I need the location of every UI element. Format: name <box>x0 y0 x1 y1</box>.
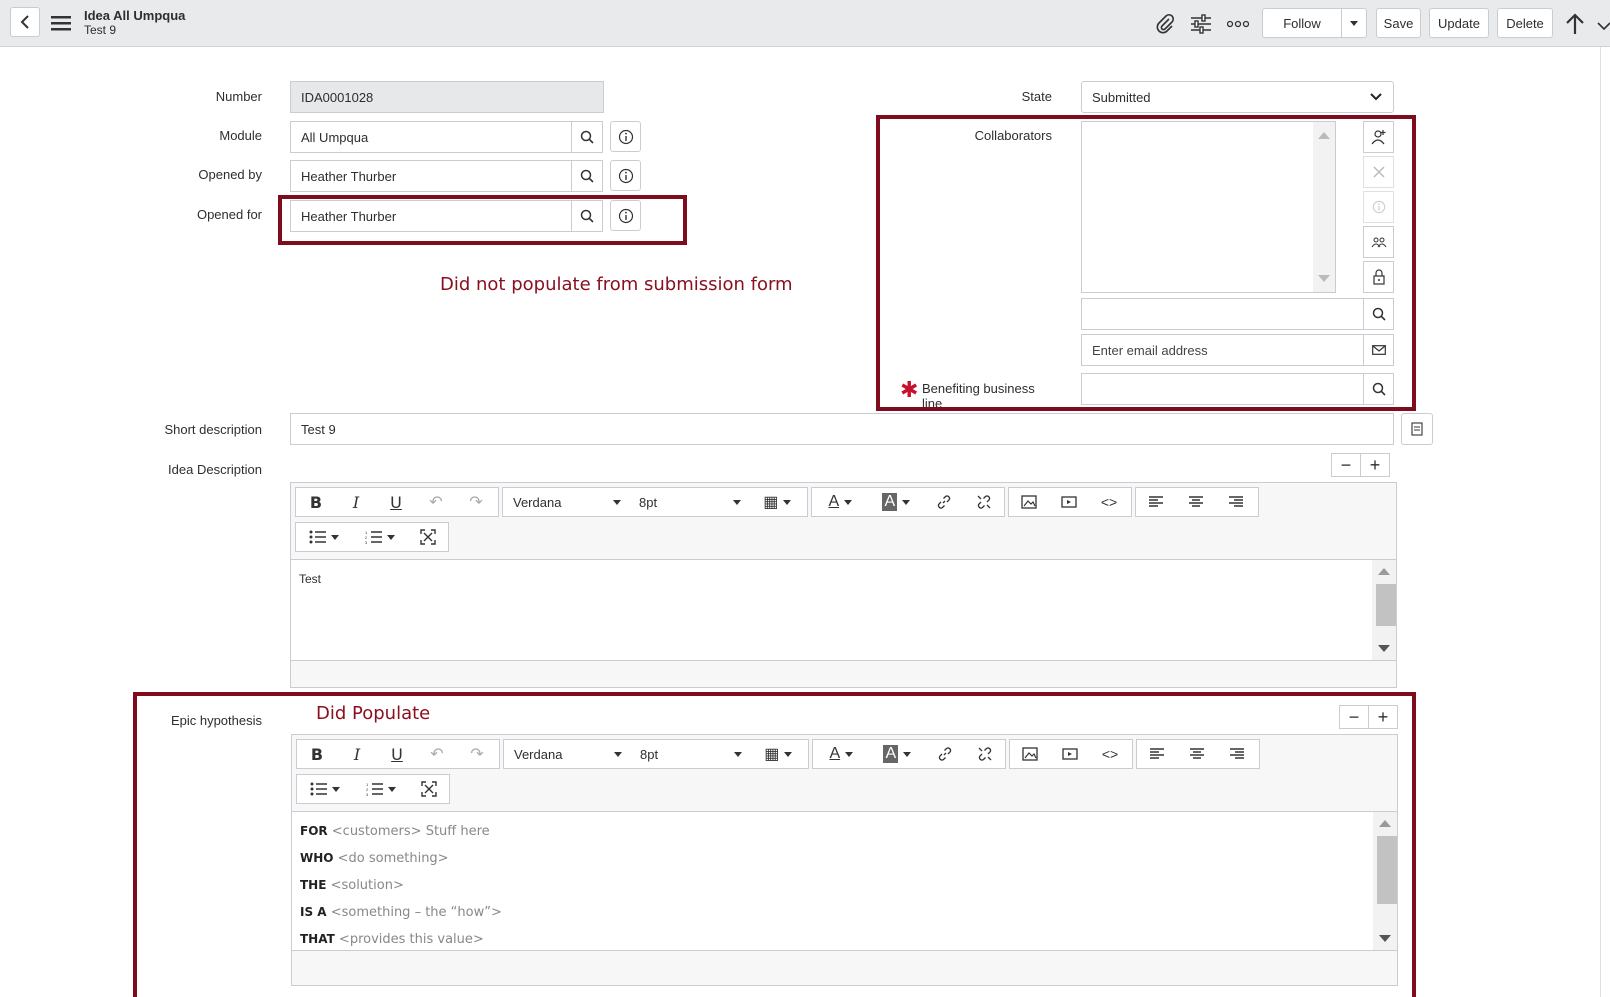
scroll-thumb[interactable] <box>1376 584 1396 626</box>
update-button[interactable]: Update <box>1429 8 1489 38</box>
table-button[interactable]: ▦ <box>749 488 805 516</box>
undo-button[interactable]: ↶ <box>416 488 456 516</box>
state-label: State <box>1021 89 1052 104</box>
module-label: Module <box>219 128 262 143</box>
form-header: Idea All Umpqua Test 9 Follow Save Updat… <box>0 0 1610 47</box>
annotation-box-collaborators <box>876 115 1416 411</box>
caret-down-icon <box>613 499 621 505</box>
idea-editor-scrollbar[interactable] <box>1372 560 1396 660</box>
opened-by-search-button[interactable] <box>571 160 603 192</box>
delete-button[interactable]: Delete <box>1497 8 1553 38</box>
opened-by-field[interactable]: Heather Thurber <box>290 160 572 192</box>
fullscreen-icon[interactable] <box>408 523 448 551</box>
info-icon <box>618 168 633 183</box>
idea-editor-text: Test <box>299 572 322 586</box>
idea-editor-content[interactable]: Test <box>291 559 1396 661</box>
caret-down-icon <box>843 499 852 505</box>
font-group: Verdana 8pt ▦ <box>502 487 808 517</box>
save-button[interactable]: Save <box>1376 8 1421 38</box>
state-select[interactable]: Submitted <box>1081 81 1394 113</box>
form-subtitle: Test 9 <box>84 23 117 37</box>
chevron-down-icon[interactable] <box>1597 18 1610 36</box>
follow-dropdown-button[interactable] <box>1341 8 1367 38</box>
idea-description-label: Idea Description <box>168 462 262 477</box>
arrow-up-icon[interactable] <box>1561 10 1589 38</box>
caret-down-icon <box>782 499 791 505</box>
page-scrollbar[interactable] <box>1600 47 1610 997</box>
annotation-box-epic <box>133 692 1416 997</box>
video-icon[interactable] <box>1049 488 1089 516</box>
font-size-select[interactable]: 8pt <box>629 488 749 516</box>
caret-down-icon <box>387 534 396 540</box>
align-center-icon[interactable] <box>1176 488 1216 516</box>
italic-button[interactable]: I <box>336 488 376 516</box>
short-description-label: Short description <box>164 422 262 437</box>
caret-down-icon <box>331 534 340 540</box>
font-size-value: 8pt <box>639 494 658 510</box>
chevron-left-icon <box>20 15 29 29</box>
annotation-box-opened-for <box>278 195 687 245</box>
document-icon <box>1411 422 1423 436</box>
number-field: IDA0001028 <box>290 81 604 113</box>
opened-by-label: Opened by <box>198 167 262 182</box>
scroll-up-icon[interactable] <box>1378 568 1390 575</box>
background-color-button[interactable]: A <box>868 488 924 516</box>
info-icon <box>618 129 633 144</box>
scroll-down-icon[interactable] <box>1378 645 1390 652</box>
format-group: B I U ↶ ↷ <box>295 487 499 517</box>
suggestion-button[interactable] <box>1401 413 1433 445</box>
menu-icon[interactable] <box>50 13 72 33</box>
text-color-button[interactable]: A <box>812 488 868 516</box>
font-family-value: Verdana <box>513 494 562 510</box>
font-family-select[interactable]: Verdana <box>503 488 629 516</box>
idea-expand-button[interactable]: + <box>1360 453 1390 477</box>
idea-editor: B I U ↶ ↷ Verdana 8pt ▦ A A <> 123 Test <box>290 482 1397 688</box>
module-field[interactable]: All Umpqua <box>290 121 572 153</box>
idea-collapse-button[interactable]: − <box>1331 453 1361 477</box>
opened-for-label: Opened for <box>196 207 262 222</box>
state-value: Submitted <box>1092 89 1151 105</box>
settings-sliders-icon[interactable] <box>1187 10 1215 38</box>
underline-button[interactable]: U <box>376 488 416 516</box>
bold-button[interactable]: B <box>296 488 336 516</box>
media-group: <> <box>1008 487 1132 517</box>
module-search-button[interactable] <box>571 121 603 153</box>
search-icon <box>580 130 594 144</box>
short-description-input[interactable]: Test 9 <box>290 413 1394 445</box>
bullet-list-button[interactable] <box>296 523 352 551</box>
code-icon[interactable]: <> <box>1089 488 1129 516</box>
caret-down-icon <box>1350 20 1358 26</box>
chevron-down-icon <box>1370 93 1382 101</box>
align-left-icon[interactable] <box>1136 488 1176 516</box>
caret-down-icon <box>733 499 741 505</box>
more-options-icon[interactable] <box>1224 10 1252 38</box>
image-icon[interactable] <box>1009 488 1049 516</box>
redo-button[interactable]: ↷ <box>456 488 496 516</box>
align-group <box>1135 487 1259 517</box>
svg-text:3: 3 <box>365 540 368 544</box>
list-group: 123 <box>295 522 449 552</box>
search-icon <box>580 169 594 183</box>
color-link-group: A A <box>811 487 1005 517</box>
number-label: Number <box>215 89 262 104</box>
back-button[interactable] <box>10 7 40 37</box>
caret-down-icon <box>901 499 910 505</box>
numbered-list-button[interactable]: 123 <box>352 523 408 551</box>
follow-button[interactable]: Follow <box>1262 8 1342 38</box>
unlink-icon[interactable] <box>964 488 1004 516</box>
paperclip-icon[interactable] <box>1151 10 1179 38</box>
opened-by-info-button[interactable] <box>610 160 641 191</box>
align-right-icon[interactable] <box>1216 488 1256 516</box>
form-title: Idea All Umpqua <box>84 8 186 23</box>
module-info-button[interactable] <box>610 121 641 152</box>
link-icon[interactable] <box>924 488 964 516</box>
annotation-not-populated: Did not populate from submission form <box>440 274 793 295</box>
